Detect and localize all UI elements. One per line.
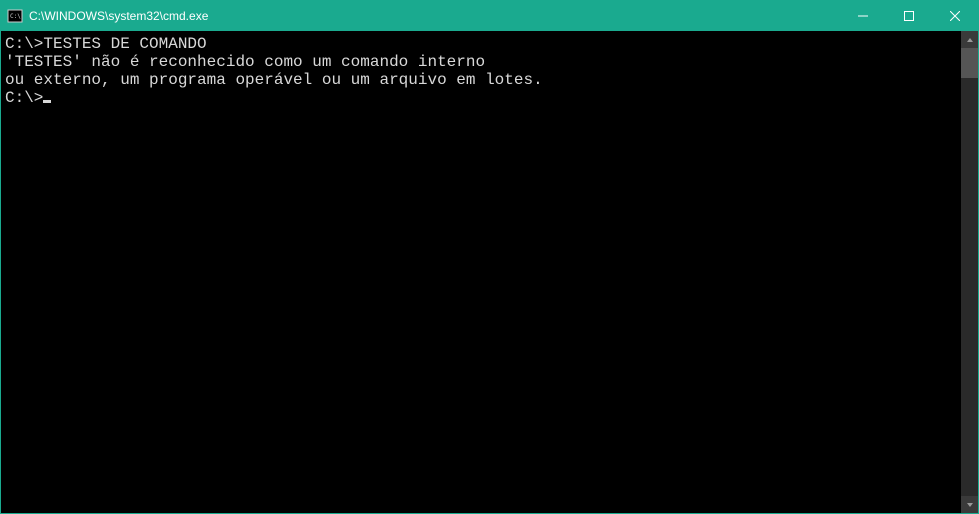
vertical-scrollbar[interactable] — [961, 31, 978, 513]
window-controls — [840, 1, 978, 31]
terminal-line: ou externo, um programa operável ou um a… — [5, 71, 961, 89]
terminal-line: 'TESTES' não é reconhecido como um coman… — [5, 53, 961, 71]
terminal-line: C:\>TESTES DE COMANDO — [5, 35, 961, 53]
cmd-icon: C:\ — [7, 8, 23, 24]
cmd-window: C:\ C:\WINDOWS\system32\cmd.exe C:\>TEST… — [0, 0, 979, 514]
titlebar[interactable]: C:\ C:\WINDOWS\system32\cmd.exe — [1, 1, 978, 31]
scroll-thumb[interactable] — [961, 48, 978, 78]
content-area: C:\>TESTES DE COMANDO'TESTES' não é reco… — [1, 31, 978, 513]
terminal-line: C:\> — [5, 89, 961, 107]
svg-text:C:\: C:\ — [10, 13, 21, 20]
maximize-button[interactable] — [886, 1, 932, 31]
scroll-down-button[interactable] — [961, 496, 978, 513]
terminal-output[interactable]: C:\>TESTES DE COMANDO'TESTES' não é reco… — [1, 31, 961, 513]
scroll-up-button[interactable] — [961, 31, 978, 48]
close-button[interactable] — [932, 1, 978, 31]
cursor — [43, 100, 51, 103]
window-title: C:\WINDOWS\system32\cmd.exe — [29, 9, 840, 23]
minimize-button[interactable] — [840, 1, 886, 31]
